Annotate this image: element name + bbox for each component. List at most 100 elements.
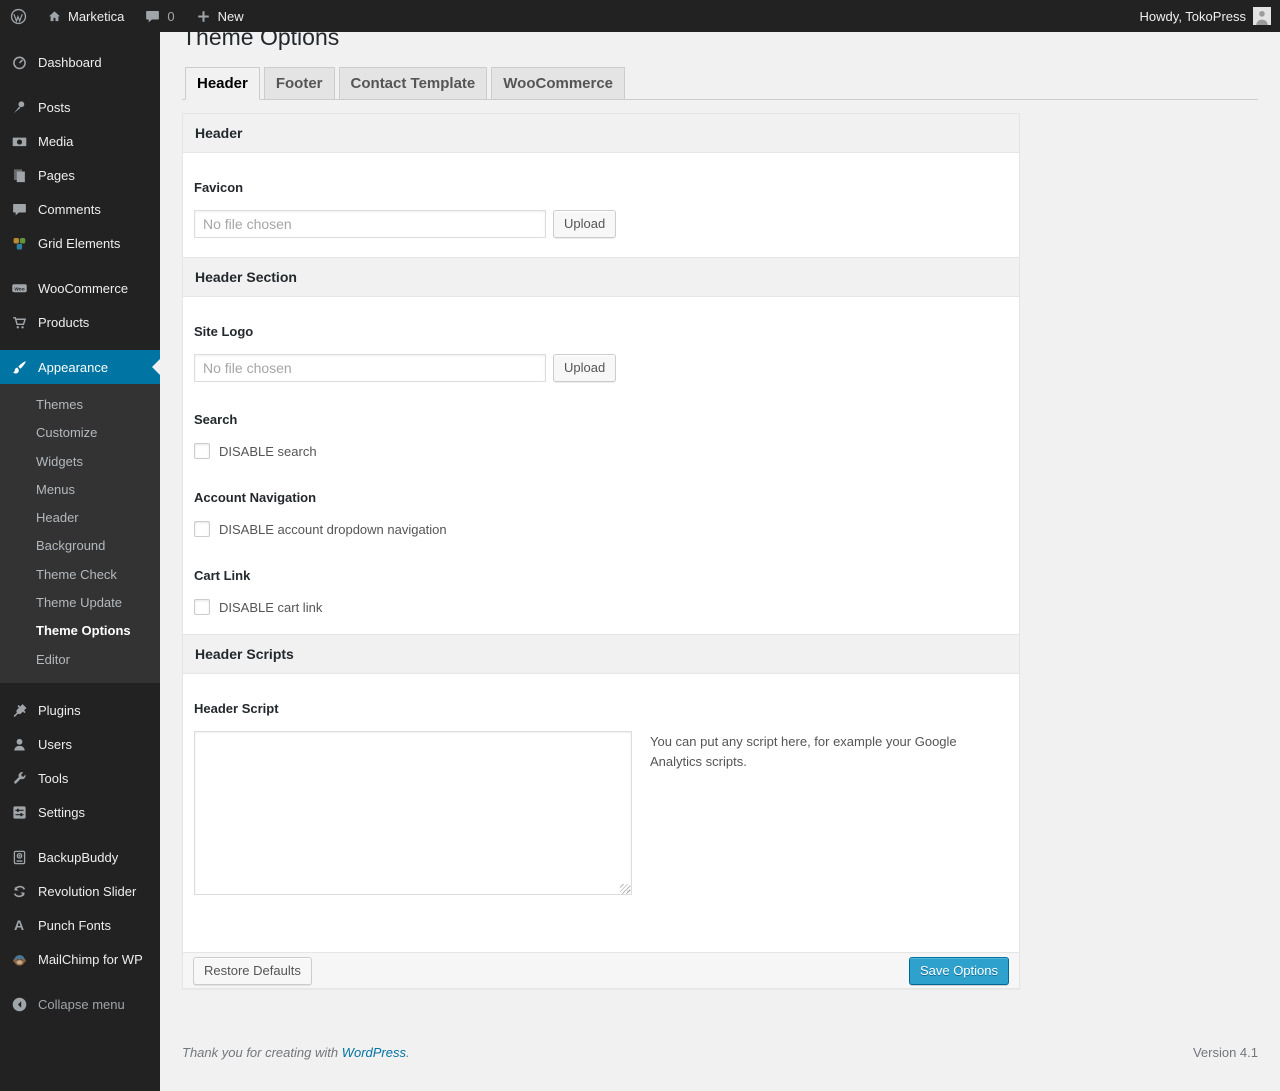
site-name-link[interactable]: Marketica <box>37 0 134 32</box>
submenu-item-theme-update[interactable]: Theme Update <box>0 589 160 617</box>
section-header-header-section: Header Section <box>183 257 1019 297</box>
admin-sidebar-menu: Dashboard Posts Media Pages Comments Grid Ele… <box>0 32 160 1091</box>
sidebar-item-users[interactable]: Users <box>0 728 160 762</box>
header-script-label: Header Script <box>194 701 279 716</box>
sidebar-item-backupbuddy[interactable]: BackupBuddy <box>0 841 160 875</box>
sidebar-item-settings[interactable]: Settings <box>0 796 160 830</box>
page-footer: Thank you for creating with WordPress. V… <box>182 1045 1258 1080</box>
comments-icon <box>9 201 29 218</box>
svg-text:Woo: Woo <box>14 286 24 292</box>
tools-icon <box>9 770 29 787</box>
wordpress-menu-button[interactable] <box>0 0 37 32</box>
sidebar-item-label: Tools <box>38 771 69 787</box>
plugin-icon <box>9 702 29 719</box>
favicon-upload-button[interactable]: Upload <box>553 210 617 238</box>
sidebar-item-label: Grid Elements <box>38 235 121 251</box>
submenu-item-header[interactable]: Header <box>0 504 160 532</box>
sidebar-item-posts[interactable]: Posts <box>0 90 160 124</box>
sidebar-item-pages[interactable]: Pages <box>0 158 160 192</box>
howdy-account-link[interactable]: Howdy, TokoPress <box>1140 9 1246 24</box>
sidebar-item-dashboard[interactable]: Dashboard <box>0 45 160 79</box>
sidebar-item-mailchimp-for-wp[interactable]: MailChimp for WP <box>0 943 160 977</box>
disable-search-checkbox[interactable] <box>194 443 210 459</box>
site-logo-label: Site Logo <box>194 324 254 339</box>
restore-defaults-button[interactable]: Restore Defaults <box>193 956 312 985</box>
appearance-submenu: Themes Customize Widgets Menus Header Backgro… <box>0 384 160 683</box>
tab-footer[interactable]: Footer <box>263 67 335 99</box>
cart-icon <box>9 314 29 331</box>
site-logo-upload-button[interactable]: Upload <box>553 354 617 382</box>
avatar[interactable] <box>1253 7 1271 25</box>
sidebar-item-plugins[interactable]: Plugins <box>0 694 160 728</box>
sidebar-item-grid-elements[interactable]: Grid Elements <box>0 226 160 260</box>
sidebar-item-label: WooCommerce <box>38 280 129 296</box>
submenu-item-theme-check[interactable]: Theme Check <box>0 561 160 589</box>
users-icon <box>9 736 29 753</box>
disable-cart-link-text: DISABLE cart link <box>219 599 323 615</box>
sidebar-item-label: MailChimp for WP <box>38 952 143 968</box>
new-content-button[interactable]: New <box>185 0 254 32</box>
home-icon <box>49 10 60 21</box>
menu-separator <box>0 977 160 988</box>
menu-separator <box>0 260 160 271</box>
cart-link-label: Cart Link <box>194 568 251 583</box>
menu-separator <box>0 79 160 90</box>
settings-icon <box>9 804 29 821</box>
tab-contact-template[interactable]: Contact Template <box>338 67 488 99</box>
site-logo-file-input[interactable] <box>194 354 546 382</box>
admin-bar: Marketica 0 New Howdy, TokoPress <box>0 0 1280 32</box>
thanks-prefix: Thank you for creating with <box>182 1045 342 1060</box>
submenu-item-background[interactable]: Background <box>0 532 160 560</box>
submenu-item-widgets[interactable]: Widgets <box>0 448 160 476</box>
sidebar-item-collapse-menu[interactable]: Collapse menu <box>0 988 160 1022</box>
menu-separator <box>0 339 160 350</box>
submenu-item-customize[interactable]: Customize <box>0 419 160 447</box>
disable-cart-link-checkbox[interactable] <box>194 599 210 615</box>
theme-options-panel: Header Favicon Upload Header Section Sit… <box>182 113 1020 989</box>
submenu-item-menus[interactable]: Menus <box>0 476 160 504</box>
plus-icon <box>197 10 209 22</box>
pages-icon <box>9 167 29 184</box>
sidebar-item-label: Pages <box>38 167 75 183</box>
sidebar-item-label: Products <box>38 314 90 330</box>
favicon-file-input[interactable] <box>194 210 546 238</box>
disable-account-nav-text: DISABLE account dropdown navigation <box>219 521 447 537</box>
sidebar-item-woocommerce[interactable]: Woo WooCommerce <box>0 271 160 305</box>
wordpress-logo-icon <box>10 8 27 24</box>
thanks-suffix: . <box>406 1045 410 1060</box>
theme-options-tabs: Header Footer Contact Template WooCommerce <box>182 67 1258 100</box>
thanks-text: Thank you for creating with WordPress. <box>182 1045 410 1060</box>
pin-icon <box>9 99 29 116</box>
comments-shortcut[interactable]: 0 <box>134 0 184 32</box>
disable-cart-link-toggle[interactable]: DISABLE cart link <box>194 599 1008 634</box>
sidebar-item-media[interactable]: Media <box>0 124 160 158</box>
grid-elements-icon <box>9 235 29 252</box>
disable-account-nav-checkbox[interactable] <box>194 521 210 537</box>
save-options-button[interactable]: Save Options <box>908 956 1009 985</box>
header-script-textarea[interactable] <box>194 731 632 895</box>
new-label: New <box>217 8 244 24</box>
dashboard-icon <box>9 54 29 71</box>
wordpress-link[interactable]: WordPress <box>342 1045 406 1060</box>
sidebar-item-label: Comments <box>38 201 101 217</box>
sidebar-item-punch-fonts[interactable]: A Punch Fonts <box>0 909 160 943</box>
tab-header[interactable]: Header <box>185 67 260 100</box>
sidebar-item-label: Posts <box>38 99 71 115</box>
submenu-item-editor[interactable]: Editor <box>0 646 160 674</box>
sidebar-item-products[interactable]: Products <box>0 305 160 339</box>
sidebar-item-label: Users <box>38 737 72 753</box>
disable-search-toggle[interactable]: DISABLE search <box>194 443 1008 459</box>
search-label: Search <box>194 412 238 427</box>
sidebar-item-comments[interactable]: Comments <box>0 192 160 226</box>
sidebar-item-tools[interactable]: Tools <box>0 762 160 796</box>
favicon-label: Favicon <box>194 180 244 195</box>
tab-woocommerce[interactable]: WooCommerce <box>491 67 626 99</box>
sidebar-item-appearance[interactable]: Appearance <box>0 350 160 384</box>
woocommerce-icon: Woo <box>9 280 29 297</box>
submenu-item-themes[interactable]: Themes <box>0 391 160 419</box>
submenu-item-theme-options[interactable]: Theme Options <box>0 617 160 645</box>
sidebar-item-label: Punch Fonts <box>38 918 111 934</box>
disable-account-nav-toggle[interactable]: DISABLE account dropdown navigation <box>194 521 1008 537</box>
sidebar-item-revolution-slider[interactable]: Revolution Slider <box>0 875 160 909</box>
section-header-header: Header <box>183 114 1019 153</box>
